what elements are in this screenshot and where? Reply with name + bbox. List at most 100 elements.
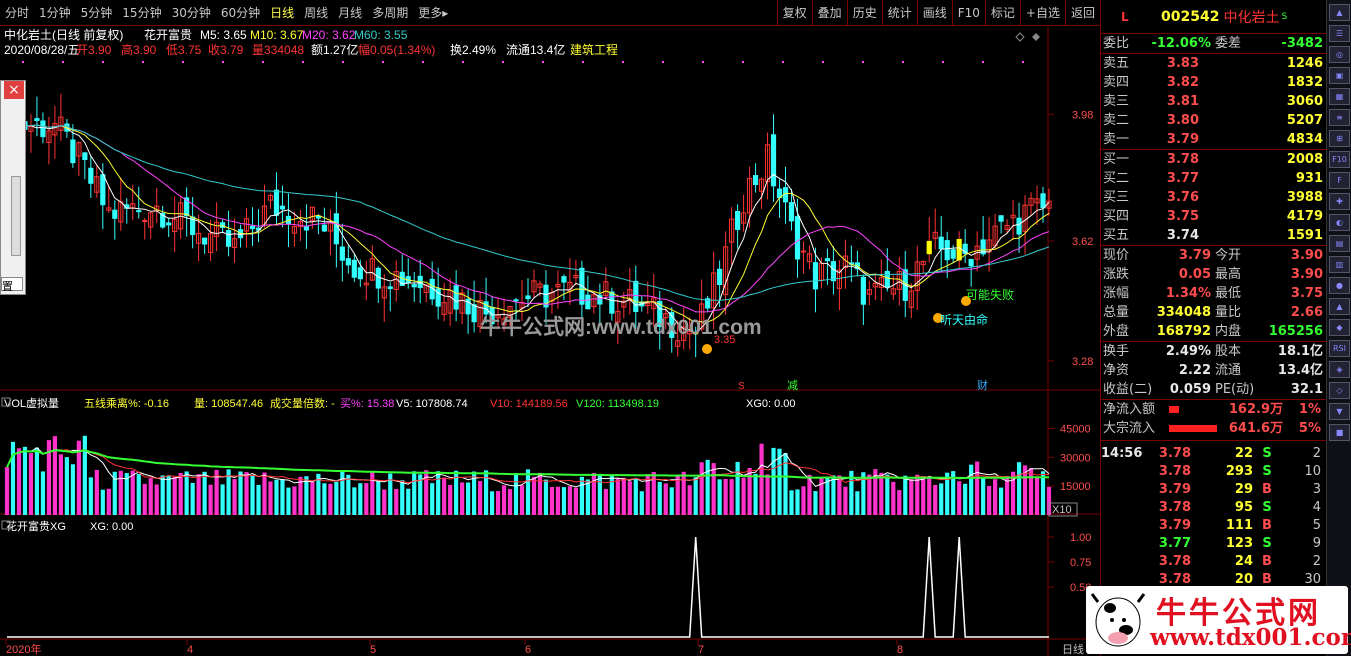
sidebar-tool-icon-3[interactable]: ▣ — [1329, 67, 1350, 84]
candle-body[interactable] — [40, 120, 46, 138]
candle-body[interactable] — [88, 167, 94, 184]
candle-body[interactable] — [824, 258, 831, 262]
candle-body[interactable] — [453, 285, 459, 310]
candle-body[interactable] — [633, 280, 639, 313]
toolbar-button-1[interactable]: 叠加 — [811, 0, 847, 26]
toolbar-button-2[interactable]: 历史 — [846, 0, 882, 26]
sidebar-tool-icon-11[interactable]: ▤ — [1329, 235, 1350, 252]
bid-row[interactable]: 买一 3.78 2008 — [1101, 150, 1326, 169]
diamond-icon[interactable] — [1015, 32, 1025, 42]
sidebar-tool-icon-12[interactable]: ▥ — [1329, 256, 1350, 273]
candle-body[interactable] — [794, 216, 801, 260]
candle-body[interactable] — [345, 258, 351, 266]
candle-body[interactable] — [357, 267, 363, 280]
sidebar-tool-icon-17[interactable]: ◈ — [1329, 361, 1350, 378]
candle-body[interactable] — [142, 219, 148, 222]
candle-body[interactable] — [387, 286, 393, 290]
toolbar-button-5[interactable]: F10 — [951, 0, 985, 26]
candle-body[interactable] — [926, 240, 932, 255]
candle-body[interactable] — [830, 261, 837, 282]
candle-body[interactable] — [225, 229, 232, 247]
candle-body[interactable] — [585, 294, 591, 310]
candle-body[interactable] — [471, 304, 477, 323]
sidebar-tool-icon-4[interactable]: ▦ — [1329, 88, 1350, 105]
bid-row[interactable]: 买三 3.76 3988 — [1101, 188, 1326, 207]
period-tab-4[interactable]: 30分钟 — [167, 0, 216, 26]
sidebar-tool-icon-15[interactable]: ◆ — [1329, 319, 1350, 336]
candle-body[interactable] — [34, 118, 40, 121]
candle-body[interactable] — [333, 213, 339, 245]
candle-body[interactable] — [136, 210, 142, 213]
period-tab-0[interactable]: 分时 — [0, 0, 34, 26]
sidebar-tool-icon-14[interactable]: ▲ — [1329, 298, 1350, 315]
candle-body[interactable] — [968, 259, 974, 267]
candle-body[interactable] — [411, 284, 417, 288]
candle-body[interactable] — [513, 299, 519, 302]
candle-body[interactable] — [752, 175, 759, 186]
candle-body[interactable] — [956, 238, 962, 261]
candle-body[interactable] — [561, 276, 567, 283]
ask-row[interactable]: 卖一 3.79 4834 — [1101, 130, 1326, 149]
candle-body[interactable] — [860, 276, 866, 305]
candle-body[interactable] — [249, 225, 256, 230]
diamond-filled-icon[interactable] — [1032, 33, 1040, 41]
sidebar-tool-icon-8[interactable]: F — [1329, 172, 1350, 189]
toolbar-button-4[interactable]: 画线 — [916, 0, 952, 26]
candle-body[interactable] — [321, 224, 327, 232]
period-tab-1[interactable]: 1分钟 — [34, 0, 76, 26]
toolbar-button-7[interactable]: +自选 — [1019, 0, 1065, 26]
candle-body[interactable] — [950, 249, 956, 259]
chart-canvas[interactable]: 中化岩土(日线 前复权) 花开富贵 M5: 3.65 M10: 3.67M20: 3.… — [0, 27, 1100, 656]
candle-body[interactable] — [998, 215, 1004, 222]
period-tab-3[interactable]: 15分钟 — [117, 0, 166, 26]
candle-body[interactable] — [375, 267, 381, 289]
sidebar-tool-icon-0[interactable]: ▲ — [1329, 4, 1350, 21]
sidebar-tool-icon-2[interactable]: ◎ — [1329, 46, 1350, 63]
candle-body[interactable] — [609, 291, 615, 314]
candle-body[interactable] — [202, 237, 208, 245]
period-tab-9[interactable]: 多周期 — [367, 0, 413, 26]
candle-body[interactable] — [884, 270, 890, 288]
candle-body[interactable] — [788, 202, 795, 222]
period-tab-2[interactable]: 5分钟 — [76, 0, 118, 26]
candle-body[interactable] — [279, 205, 286, 210]
candle-body[interactable] — [339, 246, 345, 261]
sidebar-tool-icon-5[interactable]: ≡ — [1329, 109, 1350, 126]
toolbar-button-0[interactable]: 复权 — [776, 0, 812, 26]
period-tab-7[interactable]: 周线 — [299, 0, 333, 26]
candle-body[interactable] — [303, 226, 310, 231]
period-tab-6[interactable]: 日线 — [265, 0, 299, 26]
bid-row[interactable]: 买四 3.75 4179 — [1101, 207, 1326, 226]
period-tab-8[interactable]: 月线 — [333, 0, 367, 26]
candle-body[interactable] — [82, 152, 88, 161]
sidebar-tool-icon-6[interactable]: ⊞ — [1329, 130, 1350, 147]
ask-row[interactable]: 卖五 3.83 1246 — [1101, 54, 1326, 73]
candle-body[interactable] — [1040, 193, 1046, 209]
candle-body[interactable] — [70, 139, 76, 164]
candle-body[interactable] — [112, 209, 118, 219]
candle-body[interactable] — [944, 240, 950, 261]
sidebar-tool-icon-1[interactable]: ☰ — [1329, 25, 1350, 42]
candle-body[interactable] — [100, 174, 106, 206]
sidebar-tool-icon-10[interactable]: ◐ — [1329, 214, 1350, 231]
candle-body[interactable] — [525, 295, 531, 300]
ask-row[interactable]: 卖三 3.81 3060 — [1101, 92, 1326, 111]
ask-row[interactable]: 卖四 3.82 1832 — [1101, 73, 1326, 92]
popup-button[interactable]: 置 — [1, 277, 23, 293]
candle-body[interactable] — [273, 189, 280, 216]
popup-scrollbar[interactable] — [11, 176, 21, 256]
sidebar-tool-icon-13[interactable]: ● — [1329, 277, 1350, 294]
sidebar-tool-icon-16[interactable]: RSI — [1329, 340, 1350, 357]
side-popup-panel[interactable]: × 置 — [0, 80, 26, 295]
bid-row[interactable]: 买二 3.77 931 — [1101, 169, 1326, 188]
sidebar-tool-icon-7[interactable]: F10 — [1329, 151, 1350, 168]
period-tab-5[interactable]: 60分钟 — [216, 0, 265, 26]
candle-body[interactable] — [351, 259, 357, 278]
period-tab-10[interactable]: 更多▸ — [413, 0, 453, 26]
popup-close-button[interactable]: × — [4, 81, 24, 99]
sidebar-tool-icon-9[interactable]: ✚ — [1329, 193, 1350, 210]
candle-body[interactable] — [770, 134, 777, 187]
candle-body[interactable] — [735, 210, 741, 230]
candle-body[interactable] — [812, 262, 819, 290]
ask-row[interactable]: 卖二 3.80 5207 — [1101, 111, 1326, 130]
